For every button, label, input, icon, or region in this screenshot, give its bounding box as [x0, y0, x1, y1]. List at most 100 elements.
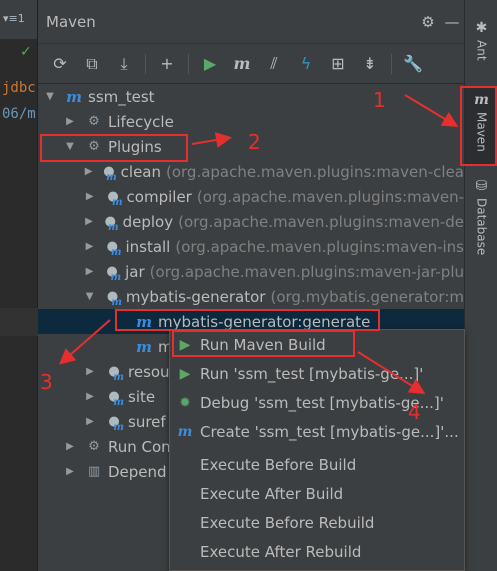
- dependencies-icon: ▥: [87, 464, 101, 479]
- chevron-down-icon[interactable]: ▼: [64, 141, 76, 152]
- tab-ant[interactable]: ✱ Ant: [465, 20, 497, 72]
- maven-icon: m: [474, 92, 489, 108]
- editor-tab-menu[interactable]: ▾≡1: [0, 0, 37, 40]
- plugin-icon: ● m: [107, 189, 123, 208]
- tree-node-project[interactable]: ▼ m ssm_test: [38, 84, 464, 109]
- plugin-coordinates: (org.apache.maven.plugins:maven-clea: [166, 162, 464, 181]
- chevron-right-icon[interactable]: ▶: [84, 166, 93, 177]
- add-folder-icon[interactable]: ⧉: [78, 50, 106, 78]
- menu-execute-before-build[interactable]: Execute Before Build: [170, 450, 464, 479]
- menu-execute-after-build[interactable]: Execute After Build: [170, 479, 464, 508]
- right-tool-strip: ✱ Ant m Maven ⛁ Database: [464, 0, 497, 571]
- checkmark-icon: ✓: [20, 44, 32, 60]
- editor-selection-line: [0, 308, 38, 336]
- code-line: 06/m: [2, 106, 36, 122]
- panel-header: Maven ⚙ —: [38, 0, 464, 44]
- project-label: ssm_test: [88, 87, 155, 106]
- dependencies-label: Depend: [108, 462, 167, 481]
- collapse-all-icon[interactable]: ⇟: [356, 50, 384, 78]
- chevron-right-icon[interactable]: ▶: [84, 416, 96, 427]
- add-icon[interactable]: +: [153, 50, 181, 78]
- tab-database[interactable]: ⛁ Database: [465, 178, 497, 262]
- tree-node-plugin[interactable]: ▶ ● m install (org.apache.maven.plugins:m…: [38, 234, 464, 259]
- maven-goal-icon[interactable]: m: [228, 50, 256, 78]
- chevron-down-icon[interactable]: ▼: [44, 91, 56, 102]
- plugin-name: resou: [128, 362, 170, 381]
- database-icon: ⛁: [475, 178, 488, 194]
- menu-label: Run Maven Build: [200, 335, 326, 354]
- skip-tests-icon[interactable]: ϟ: [292, 50, 320, 78]
- tree-node-plugin[interactable]: ▶ ● m jar (org.apache.maven.plugins:maven…: [38, 259, 464, 284]
- chevron-right-icon[interactable]: ▶: [84, 191, 95, 202]
- tree-node-plugin[interactable]: ▼ ● m mybatis-generator (org.mybatis.gene…: [38, 284, 464, 309]
- settings-wrench-icon[interactable]: 🔧: [399, 50, 427, 78]
- ant-icon: ✱: [475, 20, 488, 36]
- code-line: jdbc: [2, 80, 36, 96]
- lifecycle-label: Lifecycle: [108, 112, 174, 131]
- plugin-coordinates: (org.apache.maven.plugins:maven-: [196, 187, 464, 206]
- menu-execute-after-rebuild[interactable]: Execute After Rebuild: [170, 537, 464, 566]
- panel-title: Maven: [46, 12, 96, 31]
- maven-goal-icon: m: [136, 337, 152, 356]
- download-icon[interactable]: ⤓: [110, 50, 138, 78]
- chevron-right-icon[interactable]: ▶: [64, 466, 76, 477]
- plugin-coordinates: (org.apache.maven.plugins:maven-ins: [175, 237, 464, 256]
- plugin-name: suref: [128, 412, 166, 431]
- chevron-right-icon[interactable]: ▶: [84, 216, 94, 227]
- menu-label: Execute After Rebuild: [200, 542, 362, 561]
- menu-label: Execute After Build: [200, 484, 344, 503]
- tree-node-plugin[interactable]: ▶ ● m deploy (org.apache.maven.plugins:ma…: [38, 209, 464, 234]
- show-dependencies-icon[interactable]: ⊞: [324, 50, 352, 78]
- chevron-right-icon[interactable]: ▶: [84, 366, 96, 377]
- plugin-icon: ● m: [103, 164, 117, 183]
- menu-run-config[interactable]: ▶ Run 'ssm_test [mybatis-ge...]': [170, 359, 464, 388]
- toggle-offline-icon[interactable]: ⫽: [260, 50, 288, 78]
- menu-label: Run 'ssm_test [mybatis-ge...]': [200, 364, 424, 383]
- annotation-label: 2: [248, 130, 261, 154]
- menu-execute-before-rebuild[interactable]: Execute Before Rebuild: [170, 508, 464, 537]
- reload-icon[interactable]: ⟳: [46, 50, 74, 78]
- chevron-right-icon[interactable]: ▶: [84, 241, 95, 252]
- maven-toolbar: ⟳ ⧉ ⤓ + ▶ m ⫽ ϟ ⊞ ⇟ 🔧: [38, 44, 464, 84]
- tab-ant-label: Ant: [474, 40, 489, 61]
- plugin-icon: ● m: [106, 239, 122, 258]
- menu-run-maven-build[interactable]: ▶ Run Maven Build: [170, 330, 464, 359]
- context-menu: ▶ Run Maven Build ▶ Run 'ssm_test [mybat…: [169, 329, 465, 571]
- plugin-icon: ● m: [104, 214, 119, 233]
- tab-database-label: Database: [474, 198, 489, 256]
- plugin-icon: ● m: [108, 389, 124, 408]
- run-configurations-icon: ⚙: [88, 439, 100, 454]
- plugin-name: install: [125, 237, 171, 256]
- tab-maven[interactable]: m Maven: [465, 88, 497, 164]
- lifecycle-folder-icon: ⚙: [88, 114, 100, 129]
- menu-label: Create 'ssm_test [mybatis-ge...]'...: [200, 422, 459, 441]
- plugin-icon: ● m: [108, 364, 124, 383]
- run-configurations-label: Run Con: [108, 437, 171, 456]
- tab-maven-label: Maven: [474, 112, 489, 152]
- minimize-icon[interactable]: —: [440, 13, 464, 31]
- annotation-label: 4: [408, 400, 421, 424]
- run-icon[interactable]: ▶: [196, 50, 224, 78]
- menu-label: Execute Before Build: [200, 455, 357, 474]
- plugin-name: jar: [125, 262, 145, 281]
- plugin-coordinates: (org.apache.maven.plugins:maven-jar-plu: [149, 262, 464, 281]
- annotation-label: 1: [373, 88, 386, 112]
- chevron-down-icon[interactable]: ▼: [84, 291, 95, 302]
- maven-icon: m: [177, 423, 193, 440]
- menu-label: Execute Before Rebuild: [200, 513, 375, 532]
- gear-icon[interactable]: ⚙: [416, 13, 440, 31]
- plugin-name: deploy: [122, 212, 174, 231]
- tree-node-plugin[interactable]: ▶ ● m clean (org.apache.maven.plugins:mav…: [38, 159, 464, 184]
- chevron-right-icon[interactable]: ▶: [84, 266, 95, 277]
- chevron-right-icon[interactable]: ▶: [64, 116, 76, 127]
- toolbar-separator: [391, 53, 392, 74]
- run-icon: ▶: [179, 336, 191, 353]
- maven-project-icon: m: [66, 87, 82, 106]
- editor-strip: ▾≡1 ✓ jdbc 06/m: [0, 0, 38, 571]
- plugin-name: mybatis-generator: [125, 287, 266, 306]
- annotation-label: 3: [40, 370, 53, 394]
- chevron-right-icon[interactable]: ▶: [64, 441, 76, 452]
- tree-node-plugin[interactable]: ▶ ● m compiler (org.apache.maven.plugins:…: [38, 184, 464, 209]
- chevron-right-icon[interactable]: ▶: [84, 391, 96, 402]
- debug-icon: ✹: [179, 394, 191, 411]
